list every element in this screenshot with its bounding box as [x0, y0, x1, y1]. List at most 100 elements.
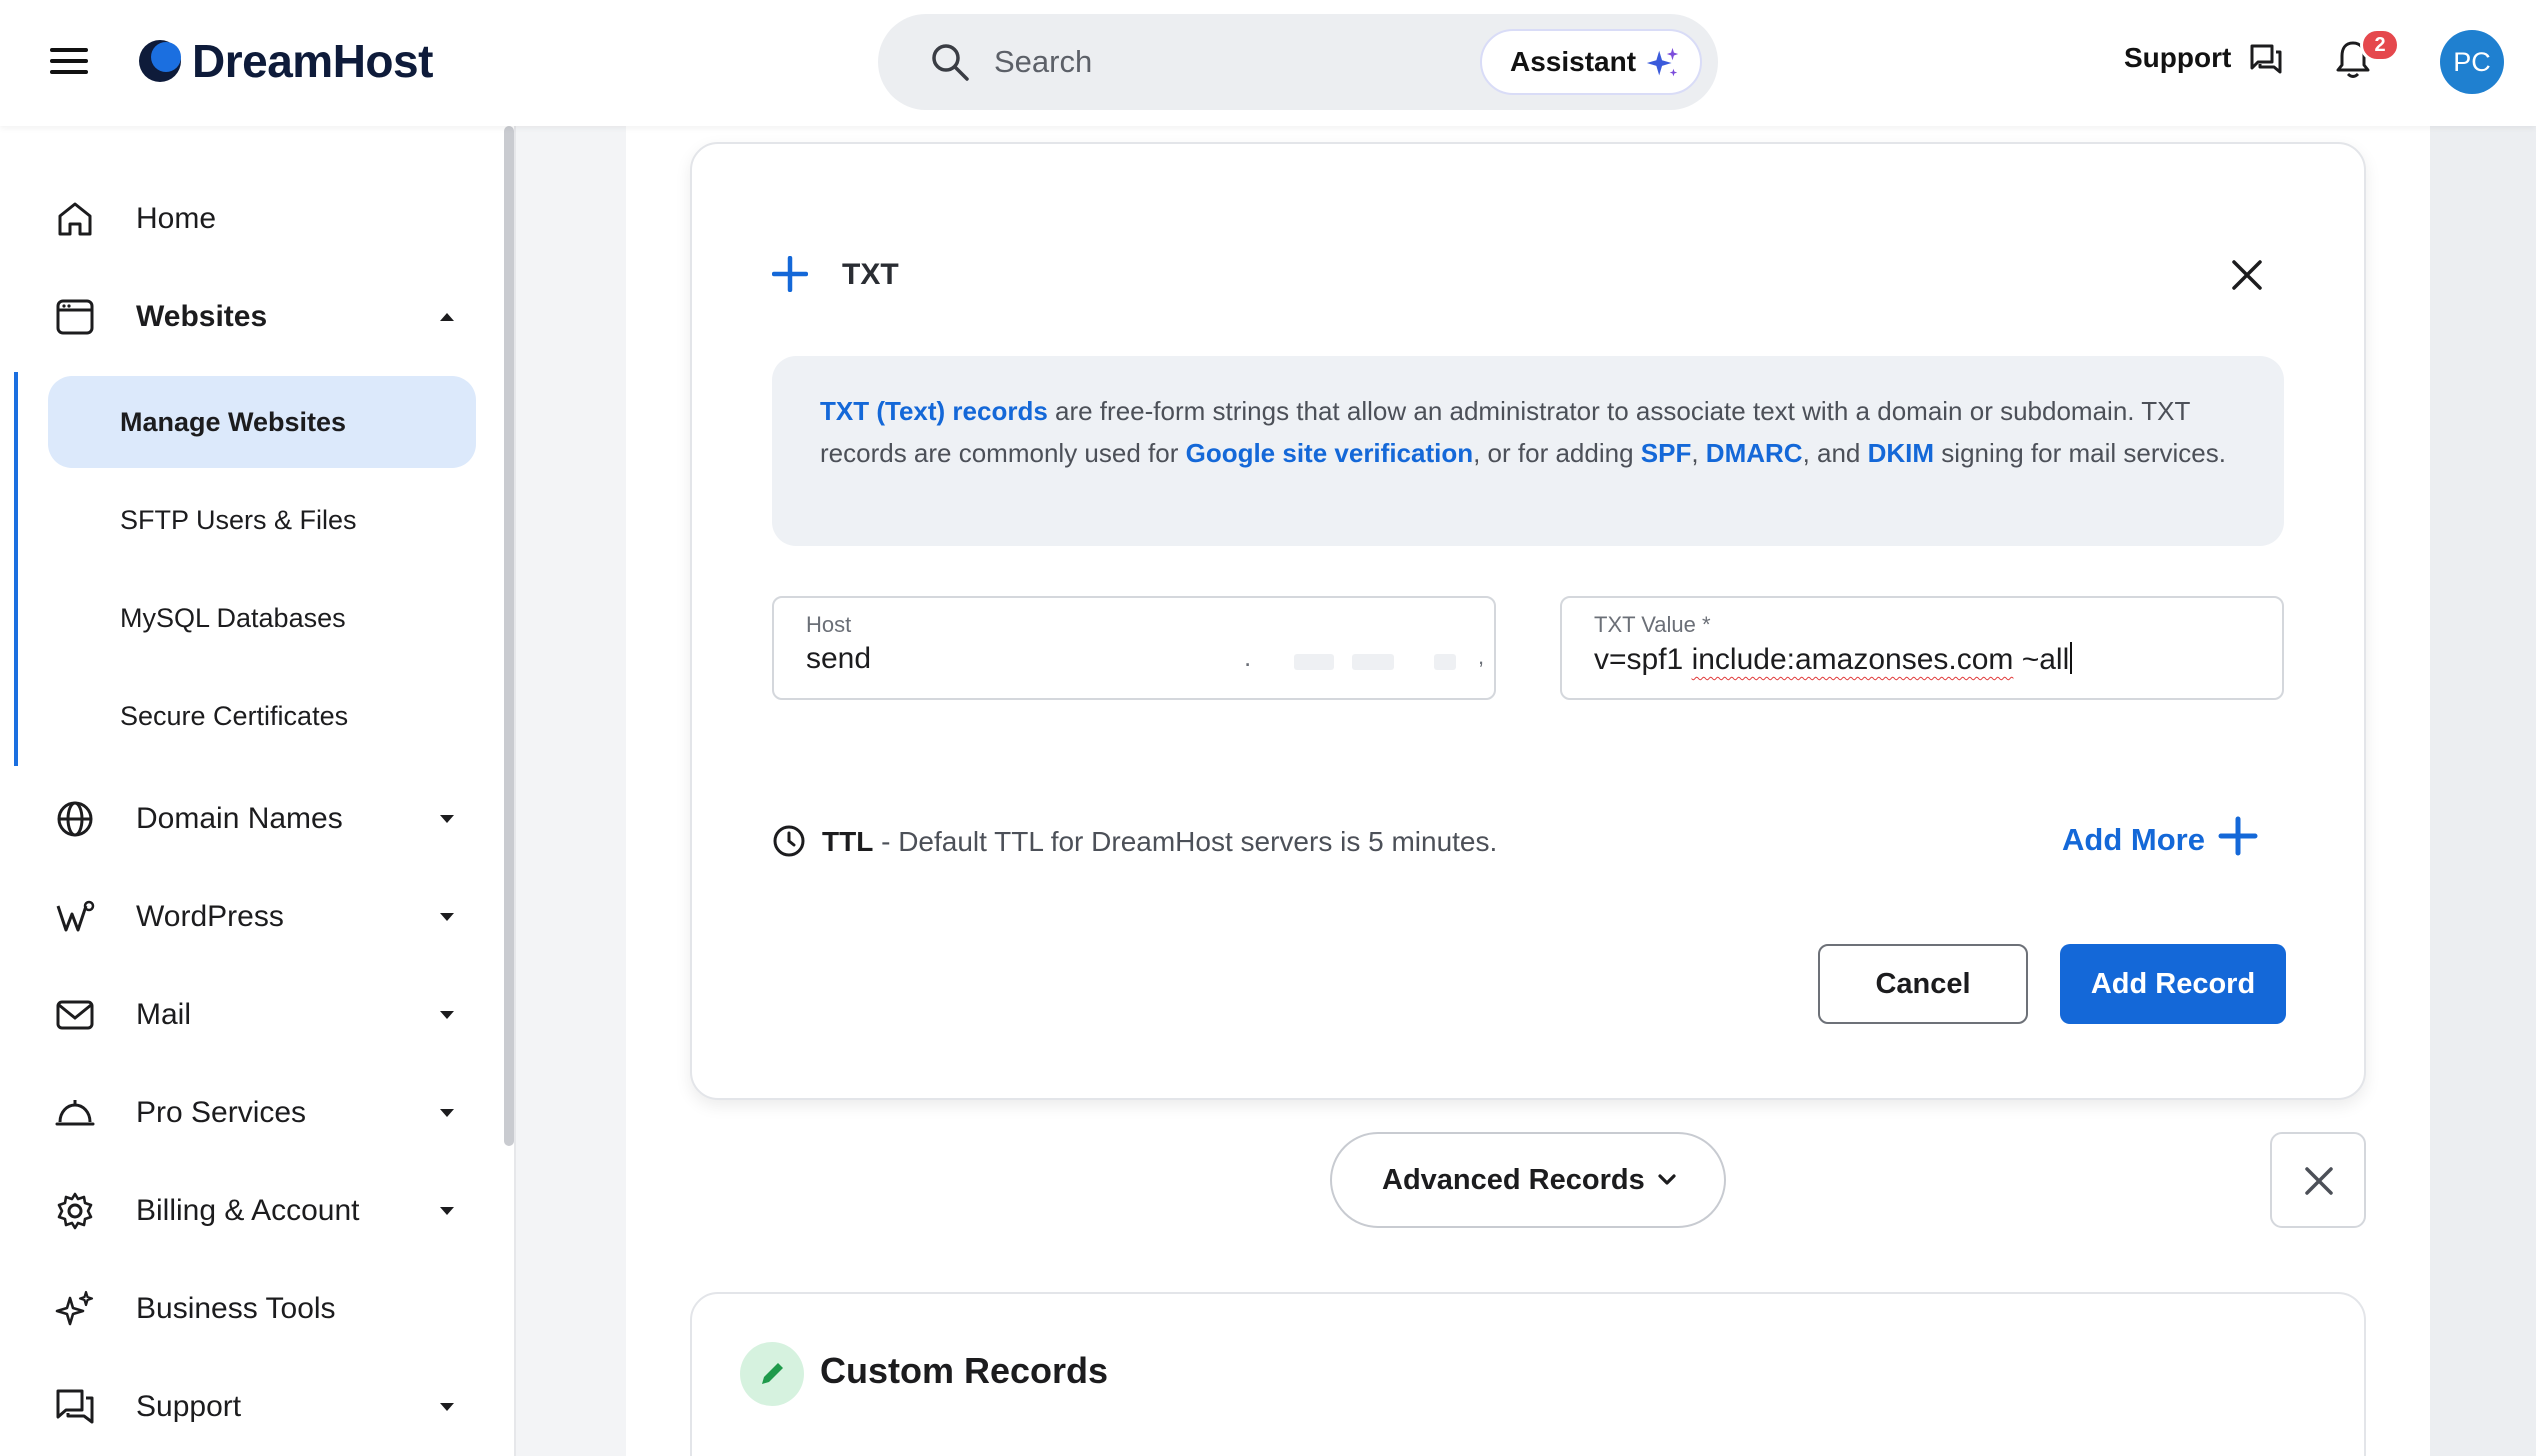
pencil-badge: [740, 1342, 804, 1406]
add-txt-record-panel: TXT TXT (Text) records are free-form str…: [690, 142, 2366, 1100]
search-input[interactable]: Search: [994, 44, 1092, 80]
plus-icon: [772, 256, 808, 292]
redacted-domain: [1352, 654, 1394, 670]
spf-link[interactable]: SPF: [1641, 438, 1692, 468]
caret-up-icon: [440, 313, 454, 321]
caret-down-icon: [440, 815, 454, 823]
close-icon[interactable]: [2230, 258, 2264, 292]
sidebar-item-label: WordPress: [136, 900, 284, 933]
caret-down-icon: [440, 1403, 454, 1411]
sidebar-item-wordpress[interactable]: WordPress: [0, 882, 500, 952]
notification-badge: 2: [2360, 28, 2400, 62]
plus-icon[interactable]: [2218, 816, 2258, 856]
record-type-title: TXT: [842, 258, 899, 291]
dmarc-link[interactable]: DMARC: [1706, 438, 1803, 468]
txt-value-part: ~all: [2013, 643, 2070, 676]
sidebar-item-label: Business Tools: [136, 1292, 336, 1325]
txt-info-box: TXT (Text) records are free-form strings…: [772, 356, 2284, 546]
sidebar-item-billing[interactable]: Billing & Account: [0, 1176, 500, 1246]
advanced-records-button[interactable]: Advanced Records: [1330, 1132, 1726, 1228]
sidebar-subitem-mysql[interactable]: MySQL Databases: [48, 572, 476, 664]
host-suffix-dot: .: [1244, 642, 1252, 672]
redacted-domain: [1294, 654, 1334, 670]
host-suffix-comma: ,: [1478, 644, 1485, 669]
dreamhost-logo[interactable]: DreamHost: [138, 35, 433, 87]
chevron-down-icon: [1658, 1174, 1676, 1185]
support-link[interactable]: Support: [2124, 42, 2231, 74]
search-icon: [932, 44, 969, 81]
info-text: ,: [1691, 438, 1706, 468]
sidebar-subitem-label: Secure Certificates: [120, 700, 349, 731]
sidebar-subitem-sftp[interactable]: SFTP Users & Files: [48, 474, 476, 566]
host-field[interactable]: Host send . ,: [772, 596, 1496, 700]
browser-window-icon: [56, 299, 94, 335]
sidebar-item-label: Home: [136, 202, 217, 235]
txt-value-field[interactable]: TXT Value * v=spf1 include:amazonses.com…: [1560, 596, 2284, 700]
sidebar-item-websites[interactable]: Websites: [0, 282, 500, 352]
sidebar-item-mail[interactable]: Mail: [0, 980, 500, 1050]
wordpress-icon: [56, 900, 95, 932]
page-gutter: [2430, 126, 2536, 1456]
assistant-button[interactable]: Assistant: [1480, 29, 1702, 95]
sparkles-icon: [55, 1290, 94, 1326]
txt-value-input[interactable]: v=spf1 include:amazonses.com ~all: [1594, 642, 2073, 677]
custom-records-card: Custom Records: [690, 1292, 2366, 1456]
text-cursor: [2070, 642, 2073, 674]
sidebar-item-label: Billing & Account: [136, 1194, 360, 1227]
globe-icon: [57, 801, 93, 837]
sidebar-subitem-label: Manage Websites: [120, 406, 347, 437]
sidebar: Home Websites Manage Websites SFTP Users…: [0, 126, 516, 1456]
sidebar-item-label: Pro Services: [136, 1096, 307, 1129]
search-bar[interactable]: Search Assistant: [878, 14, 1718, 110]
host-label: Host: [806, 612, 852, 637]
info-text: signing for mail services.: [1934, 438, 2226, 468]
close-advanced-button[interactable]: [2270, 1132, 2366, 1228]
gear-icon: [57, 1192, 93, 1230]
custom-records-title: Custom Records: [820, 1350, 1109, 1391]
add-more-button[interactable]: Add More: [2062, 822, 2205, 858]
sidebar-scrollbar[interactable]: [504, 126, 514, 1146]
ttl-note: TTL - Default TTL for DreamHost servers …: [822, 826, 1497, 858]
menu-icon[interactable]: [50, 48, 88, 76]
sidebar-item-label: Mail: [136, 998, 192, 1031]
sidebar-item-label: Support: [136, 1390, 242, 1423]
caret-down-icon: [440, 1011, 454, 1019]
close-icon: [2305, 1167, 2333, 1195]
txt-value-label: TXT Value *: [1594, 612, 1711, 637]
chat-icon[interactable]: [2248, 42, 2284, 76]
sidebar-item-domain-names[interactable]: Domain Names: [0, 784, 500, 854]
ttl-description: - Default TTL for DreamHost servers is 5…: [873, 826, 1498, 857]
dreamhost-moon-icon: [139, 40, 181, 82]
sidebar-subitem-manage-websites[interactable]: Manage Websites: [48, 376, 476, 468]
add-record-button[interactable]: Add Record: [2060, 944, 2286, 1024]
clock-icon: [773, 825, 805, 857]
chat-icon: [56, 1389, 94, 1424]
host-input[interactable]: send: [806, 642, 871, 676]
redacted-domain: [1434, 654, 1456, 670]
sidebar-item-home[interactable]: Home: [0, 184, 500, 254]
service-bell-icon: [55, 1100, 95, 1126]
brand-name: DreamHost: [192, 35, 433, 87]
txt-records-link[interactable]: TXT (Text) records: [820, 396, 1048, 426]
mail-icon: [56, 1000, 94, 1030]
sidebar-item-label: Websites: [136, 300, 268, 333]
info-text: , and: [1802, 438, 1868, 468]
txt-value-part: include:amazonses.com: [1691, 643, 2014, 676]
avatar[interactable]: PC: [2440, 30, 2504, 94]
sidebar-subitem-certificates[interactable]: Secure Certificates: [48, 670, 476, 762]
dkim-link[interactable]: DKIM: [1868, 438, 1934, 468]
sidebar-subitem-label: MySQL Databases: [120, 602, 346, 633]
pencil-icon: [762, 1363, 783, 1384]
sidebar-item-business-tools[interactable]: Business Tools: [0, 1274, 500, 1344]
caret-down-icon: [440, 1109, 454, 1117]
sidebar-item-support[interactable]: Support: [0, 1372, 500, 1442]
txt-value-part: v=spf1: [1594, 643, 1692, 676]
top-bar: DreamHost Search Assistant Support 2 PC: [0, 0, 2536, 126]
info-text: , or for adding: [1473, 438, 1641, 468]
sidebar-item-pro-services[interactable]: Pro Services: [0, 1078, 500, 1148]
caret-down-icon: [440, 1207, 454, 1215]
google-verification-link[interactable]: Google site verification: [1186, 438, 1474, 468]
cancel-button[interactable]: Cancel: [1818, 944, 2028, 1024]
home-icon: [58, 202, 92, 236]
sidebar-subitem-label: SFTP Users & Files: [120, 504, 357, 535]
